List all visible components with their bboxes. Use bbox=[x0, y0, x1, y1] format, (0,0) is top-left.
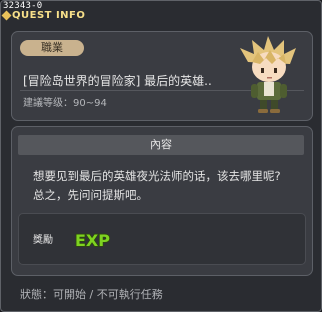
recommended-level: 建議等级：90~94 bbox=[23, 98, 107, 109]
quest-status: 狀態：可開始 / 不可執行任務 bbox=[20, 288, 163, 301]
exp-icon: EXP bbox=[74, 230, 111, 250]
reward-box: 獎勵 EXP bbox=[18, 213, 306, 265]
quest-info-window: 32343-0 QUEST INFO 職業 [冒险岛世界的冒险家] 最后的英雄.… bbox=[0, 0, 322, 312]
quest-content-panel: 內容 想要见到最后的英雄夜光法师的话，该去哪里呢? 总之，先问问提斯吧。 獎勵 … bbox=[11, 126, 313, 276]
job-tag: 職業 bbox=[20, 40, 84, 56]
window-title: QUEST INFO bbox=[12, 10, 86, 21]
reward-label: 獎勵 bbox=[33, 235, 53, 246]
exp-text: EXP bbox=[75, 231, 110, 250]
content-header: 內容 bbox=[18, 135, 304, 155]
title-diamond-icon bbox=[1, 10, 12, 21]
content-text: 想要见到最后的英雄夜光法师的话，该去哪里呢? 总之，先问问提斯吧。 bbox=[33, 167, 303, 205]
content-line-1: 想要见到最后的英雄夜光法师的话，该去哪里呢? bbox=[33, 169, 281, 183]
content-line-2: 总之，先问问提斯吧。 bbox=[33, 188, 148, 202]
quest-summary-panel: 職業 [冒险岛世界的冒险家] 最后的英雄.. 建議等级：90~94 bbox=[11, 31, 313, 121]
quest-name: [冒险岛世界的冒险家] 最后的英雄.. bbox=[23, 74, 212, 88]
npc-character-portrait bbox=[240, 36, 296, 113]
